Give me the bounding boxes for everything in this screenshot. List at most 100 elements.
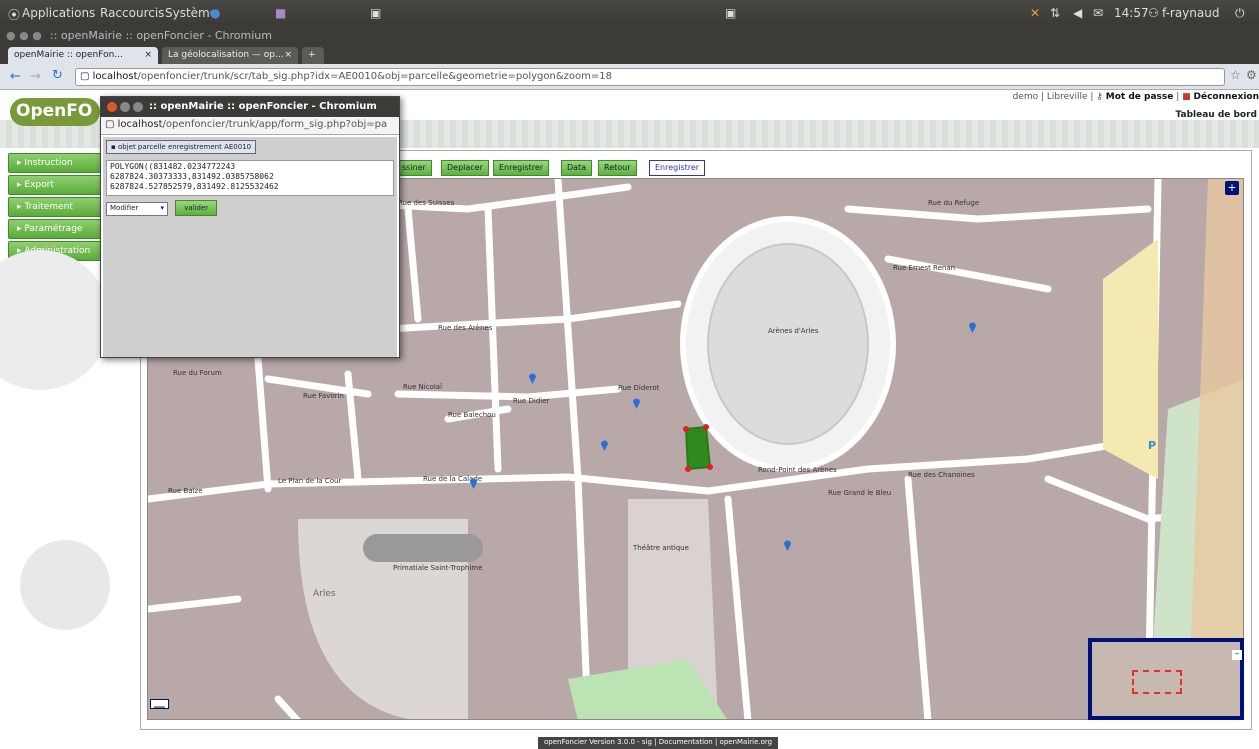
menu-applications[interactable]: Applications bbox=[22, 6, 95, 20]
menu-label: Export bbox=[24, 180, 54, 190]
menu-parametrage[interactable]: ▸ Paramétrage bbox=[8, 219, 108, 239]
menu-label: Paramétrage bbox=[24, 224, 83, 234]
app-logo[interactable]: OpenFO bbox=[10, 98, 100, 126]
wrench-icon[interactable]: ⚙ bbox=[1246, 68, 1257, 82]
overview-minimize-icon[interactable]: – bbox=[1232, 650, 1242, 660]
page-icon: ▢ bbox=[80, 71, 93, 82]
reload-icon[interactable]: ↻ bbox=[52, 68, 63, 83]
tab-label: La géolocalisation — op... bbox=[168, 50, 284, 60]
address-bar[interactable]: ▢ localhost/openfoncier/trunk/scr/tab_si… bbox=[75, 68, 1225, 86]
menu-instruction[interactable]: ▸ Instruction bbox=[8, 153, 108, 173]
user-name[interactable]: f-raynaud bbox=[1162, 6, 1219, 20]
map-marker-icon[interactable] bbox=[632, 397, 641, 409]
url-path: /openfoncier/trunk/scr/tab_sig.php?idx=A… bbox=[137, 71, 612, 82]
browser-titlebar: ● ● ● :: openMairie :: openFoncier - Chr… bbox=[0, 26, 1259, 44]
map-label-street: Rue Nicolaï bbox=[403, 383, 443, 391]
map-label-street: Rue des Chanoines bbox=[908, 471, 975, 479]
menu-label: Traitement bbox=[24, 202, 73, 212]
back-arrow-icon[interactable]: ← bbox=[10, 69, 21, 84]
close-icon[interactable] bbox=[107, 102, 117, 112]
move-button[interactable]: Deplacer bbox=[441, 160, 489, 176]
url-path: /openfoncier/trunk/app/form_sig.php?obj=… bbox=[162, 119, 388, 130]
map-label-street: Rue Ernest Renan bbox=[893, 264, 956, 272]
tools-icon[interactable]: ✕ bbox=[1030, 6, 1040, 20]
menu-raccourcis[interactable]: Raccourcis bbox=[100, 6, 164, 20]
action-select[interactable]: Modifier ▾ bbox=[106, 202, 168, 216]
layer-switcher-plus-icon[interactable]: + bbox=[1225, 181, 1239, 195]
object-label-text: objet parcelle enregistrement AE0010 bbox=[117, 143, 252, 151]
map-label-arena: Arènes d'Arles bbox=[768, 327, 819, 335]
menu-export[interactable]: ▸ Export bbox=[8, 175, 108, 195]
tab-geolocalisation[interactable]: La géolocalisation — op... × bbox=[162, 47, 298, 64]
mail-icon[interactable]: ✉ bbox=[1093, 6, 1103, 20]
menu-label: Instruction bbox=[24, 158, 73, 168]
geometry-textarea[interactable]: POLYGON((831482.0234772243 6287824.30373… bbox=[106, 160, 394, 196]
page-icon: ▢ bbox=[105, 119, 118, 130]
map-marker-icon[interactable] bbox=[600, 439, 609, 451]
validate-button[interactable]: valider bbox=[175, 200, 218, 216]
user-icon: ⚇ bbox=[1148, 6, 1159, 20]
logout-icon: ■ bbox=[1182, 92, 1191, 102]
popup-address-bar[interactable]: ▢ localhost/openfoncier/trunk/app/form_s… bbox=[101, 117, 399, 135]
map-label-street: Rue Favorin bbox=[303, 392, 344, 400]
firefox-icon[interactable]: ● bbox=[210, 6, 220, 20]
map-label-street: Rue Grand le Bleu bbox=[828, 489, 892, 497]
map-label-street: Rue des Suisses bbox=[398, 199, 455, 207]
city-link[interactable]: Libreville bbox=[1047, 92, 1088, 102]
star-icon[interactable]: ☆ bbox=[1230, 68, 1241, 82]
logout-link[interactable]: Déconnexion bbox=[1194, 92, 1259, 102]
map-label-street: Rue Balze bbox=[168, 487, 203, 495]
browser-tabstrip: openMairie :: openFon... × La géolocalis… bbox=[0, 44, 1259, 64]
screen-icon[interactable]: ▣ bbox=[725, 6, 736, 20]
map-label-street: Le Plan de la Cour bbox=[278, 477, 342, 485]
map-label-street: Rue Didier bbox=[513, 397, 550, 405]
map-marker-icon[interactable] bbox=[968, 321, 977, 333]
chevron-down-icon: ▾ bbox=[160, 204, 164, 212]
map-label-street: Rue Diderot bbox=[618, 384, 660, 392]
map-marker-icon[interactable] bbox=[528, 372, 537, 384]
minimize-icon[interactable] bbox=[120, 102, 130, 112]
tab-openmairie[interactable]: openMairie :: openFon... × bbox=[8, 47, 158, 64]
back-button[interactable]: Retour bbox=[598, 160, 637, 176]
close-icon[interactable]: × bbox=[144, 50, 152, 60]
ubuntu-logo-icon[interactable]: ⦿ bbox=[8, 6, 20, 23]
map-marker-icon[interactable] bbox=[469, 477, 478, 489]
map-label-place: Primatiale Saint-Trophime bbox=[393, 564, 483, 572]
menu-traitement[interactable]: ▸ Traitement bbox=[8, 197, 108, 217]
forward-arrow-icon[interactable]: → bbox=[30, 69, 41, 84]
close-icon[interactable]: × bbox=[284, 50, 292, 60]
data-button[interactable]: Data bbox=[561, 160, 593, 176]
popup-titlebar: :: openMairie :: openFoncier - Chromium bbox=[101, 97, 399, 117]
tab-label: openMairie :: openFon... bbox=[14, 50, 123, 60]
select-value: Modifier bbox=[110, 204, 139, 212]
url-host: localhost bbox=[92, 71, 138, 82]
terminal-icon[interactable]: ▣ bbox=[370, 6, 381, 20]
maximize-icon[interactable] bbox=[133, 102, 143, 112]
dashboard-link[interactable]: Tableau de bord bbox=[1176, 110, 1257, 120]
network-icon[interactable]: ⇅ bbox=[1050, 6, 1060, 20]
user-link[interactable]: demo bbox=[1013, 92, 1039, 102]
overview-map[interactable] bbox=[1088, 638, 1244, 720]
password-link[interactable]: Mot de passe bbox=[1106, 92, 1174, 102]
window-controls-icon[interactable]: ● ● ● bbox=[6, 29, 42, 42]
clock[interactable]: 14:57 bbox=[1114, 6, 1149, 20]
scale-bar: ▁▁ bbox=[150, 699, 169, 709]
footer[interactable]: openFoncier Version 3.0.0 - sig | Docume… bbox=[538, 737, 779, 749]
draw-button[interactable]: ssiner bbox=[396, 160, 432, 176]
map-label-place: Théâtre antique bbox=[633, 544, 689, 552]
save-tab[interactable]: Enregistrer bbox=[649, 160, 706, 176]
overview-map-image bbox=[1092, 642, 1240, 716]
app-launcher-icon[interactable]: ■ bbox=[275, 6, 286, 20]
browser-window-title: :: openMairie :: openFoncier - Chromium bbox=[50, 29, 272, 42]
url-host: localhost bbox=[117, 119, 163, 130]
map-label-street: Rue des Arènes bbox=[438, 324, 493, 332]
power-icon[interactable]: ⏻ bbox=[1235, 6, 1245, 21]
header-links: demo | Libreville | ⚷ Mot de passe | ■ D… bbox=[1012, 92, 1259, 102]
save-button[interactable]: Enregistrer bbox=[493, 160, 550, 176]
map-label-city: Arles bbox=[313, 589, 336, 599]
new-tab-button[interactable]: + bbox=[302, 47, 324, 64]
map-marker-icon[interactable] bbox=[783, 539, 792, 551]
volume-icon[interactable]: ◀ bbox=[1073, 6, 1082, 20]
map-label-street: Rue Balechou bbox=[448, 411, 496, 419]
document-icon: ▪ bbox=[111, 143, 118, 151]
